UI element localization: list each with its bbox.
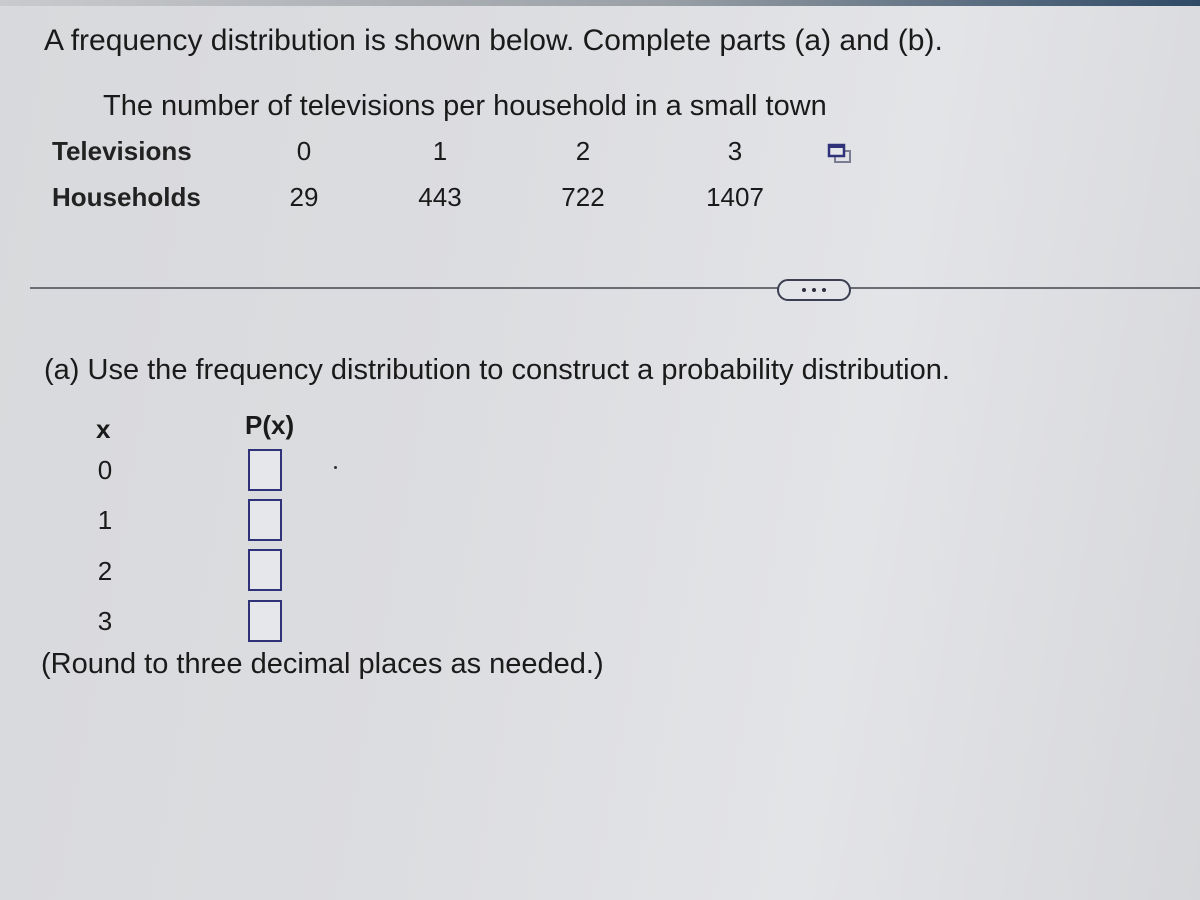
households-value: 29 — [289, 182, 319, 212]
part-a-prompt: (a) Use the frequency distribution to co… — [44, 354, 950, 386]
x-column-header: x — [96, 414, 111, 444]
televisions-row-label: Televisions — [52, 136, 192, 166]
ellipsis-icon — [802, 288, 806, 292]
question-intro: A frequency distribution is shown below.… — [44, 24, 943, 57]
televisions-value: 2 — [575, 136, 591, 166]
top-bar — [0, 0, 1200, 6]
x-value: 1 — [97, 505, 113, 535]
px-input-2[interactable] — [248, 549, 282, 591]
televisions-value: 3 — [727, 136, 743, 166]
televisions-value: 0 — [296, 136, 312, 166]
table-caption: The number of televisions per household … — [103, 90, 827, 122]
households-value: 1407 — [706, 182, 764, 212]
x-value: 0 — [97, 455, 113, 485]
households-row-label: Households — [52, 182, 201, 212]
section-divider — [30, 287, 1200, 289]
px-input-0[interactable] — [248, 449, 282, 491]
px-input-1[interactable] — [248, 499, 282, 541]
copy-table-icon[interactable] — [826, 142, 854, 166]
televisions-value: 1 — [432, 136, 448, 166]
expand-more-button[interactable] — [777, 279, 851, 301]
screen-speck — [334, 466, 337, 469]
households-value: 722 — [561, 182, 605, 212]
ellipsis-icon — [812, 288, 816, 292]
ellipsis-icon — [822, 288, 826, 292]
x-value: 3 — [97, 606, 113, 636]
households-value: 443 — [418, 182, 462, 212]
px-input-3[interactable] — [248, 600, 282, 642]
px-column-header: P(x) — [245, 410, 295, 440]
x-value: 2 — [97, 556, 113, 586]
rounding-note: (Round to three decimal places as needed… — [41, 648, 604, 680]
